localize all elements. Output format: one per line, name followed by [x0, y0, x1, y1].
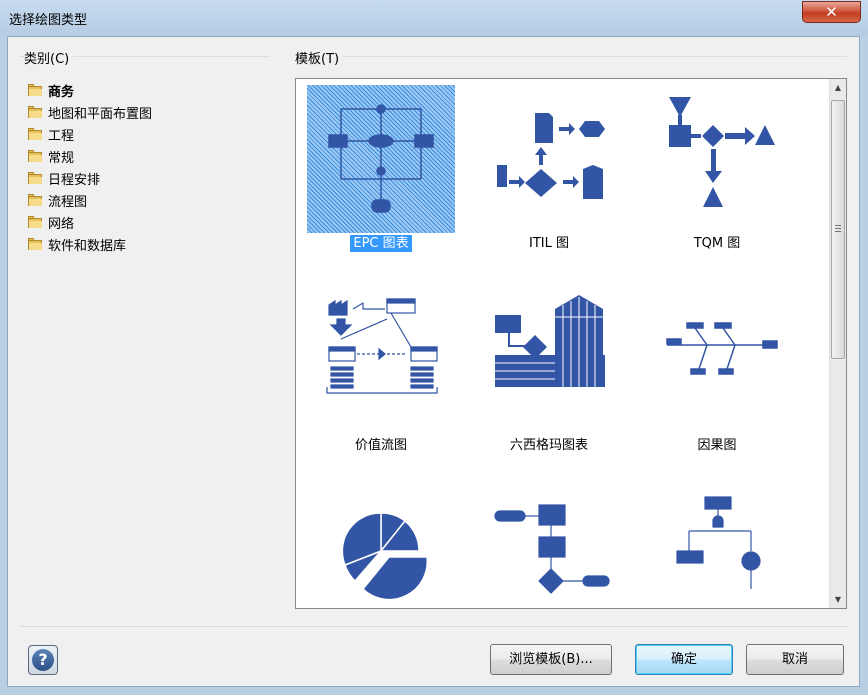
template-caption: 因果图 — [697, 438, 737, 453]
template-epc[interactable]: EPC 图表 — [297, 79, 465, 274]
grip-icon — [835, 225, 841, 232]
folder-icon — [28, 237, 42, 250]
help-button[interactable]: ? — [28, 645, 58, 675]
folder-icon — [28, 193, 42, 206]
template-gallery[interactable]: EPC 图表 ITIL 图 TQM 图 价值流图 六西格玛图表 因果图 ▲ ▼ — [295, 78, 847, 609]
template-six-sigma[interactable]: 六西格玛图表 — [465, 281, 633, 476]
scroll-down-icon[interactable]: ▼ — [830, 591, 846, 608]
template-itil[interactable]: ITIL 图 — [465, 79, 633, 274]
tree-item-label: 网络 — [48, 216, 75, 232]
template-fault-tree[interactable] — [633, 483, 801, 608]
tree-item-label: 日程安排 — [48, 172, 101, 188]
template-caption: 六西格玛图表 — [509, 438, 588, 453]
template-tqm[interactable]: TQM 图 — [633, 79, 801, 274]
vertical-scrollbar[interactable]: ▲ ▼ — [829, 79, 846, 608]
tree-item-label: 软件和数据库 — [48, 238, 127, 254]
close-icon: ✕ — [825, 3, 838, 21]
template-caption: TQM 图 — [693, 236, 741, 251]
folder-icon — [28, 149, 42, 162]
template-caption: EPC 图表 — [297, 235, 465, 253]
itil-thumbnail — [475, 85, 623, 233]
fault-tree-thumbnail — [643, 489, 791, 608]
browse-templates-button[interactable]: 浏览模板(B)... — [490, 644, 612, 675]
title-bar: 选择绘图类型 ✕ — [0, 0, 868, 36]
footer-divider — [20, 626, 849, 627]
folder-open-icon — [28, 83, 42, 96]
dialog-body: 类别(C) 模板(T) 商务 地图和平面布置图 工程 常规 日程安排 流程图 网… — [7, 36, 860, 687]
tree-item-software[interactable]: 软件和数据库 — [28, 233, 152, 255]
folder-icon — [28, 215, 42, 228]
ok-button[interactable]: 确定 — [635, 644, 733, 675]
template-value-stream[interactable]: 价值流图 — [297, 281, 465, 476]
tree-item-label: 商务 — [48, 84, 75, 100]
tree-item-label: 流程图 — [48, 194, 88, 210]
template-caption: ITIL 图 — [529, 236, 569, 251]
folder-icon — [28, 127, 42, 140]
tree-item-label: 常规 — [48, 150, 75, 166]
cause-effect-thumbnail — [643, 287, 791, 435]
window-title: 选择绘图类型 — [9, 13, 88, 28]
tree-item-business[interactable]: 商务 — [28, 79, 152, 101]
category-tree[interactable]: 商务 地图和平面布置图 工程 常规 日程安排 流程图 网络 软件和数据库 — [28, 79, 152, 255]
six-sigma-thumbnail — [475, 287, 623, 435]
flowchart-thumbnail — [475, 489, 623, 608]
tree-item-engineering[interactable]: 工程 — [28, 123, 152, 145]
tree-item-label: 地图和平面布置图 — [48, 106, 153, 122]
folder-icon — [28, 105, 42, 118]
close-button[interactable]: ✕ — [802, 1, 861, 23]
tqm-thumbnail — [643, 85, 791, 233]
tree-item-flowchart[interactable]: 流程图 — [28, 189, 152, 211]
template-cause-effect[interactable]: 因果图 — [633, 281, 801, 476]
tree-item-label: 工程 — [48, 128, 75, 144]
help-icon: ? — [32, 649, 54, 671]
scroll-up-icon[interactable]: ▲ — [830, 79, 846, 96]
scrollbar-thumb[interactable] — [831, 100, 845, 359]
tree-item-schedule[interactable]: 日程安排 — [28, 167, 152, 189]
tree-item-general[interactable]: 常规 — [28, 145, 152, 167]
template-flowchart[interactable] — [465, 483, 633, 608]
categories-label: 类别(C) — [24, 48, 74, 67]
tree-item-maps[interactable]: 地图和平面布置图 — [28, 101, 152, 123]
pie-thumbnail — [307, 489, 455, 608]
divider — [295, 56, 847, 57]
template-caption: 价值流图 — [354, 438, 407, 453]
tree-item-network[interactable]: 网络 — [28, 211, 152, 233]
folder-icon — [28, 171, 42, 184]
templates-label: 模板(T) — [295, 48, 344, 67]
cancel-button[interactable]: 取消 — [746, 644, 844, 675]
template-pie[interactable] — [297, 483, 465, 608]
value-stream-thumbnail — [307, 287, 455, 435]
epc-thumbnail — [307, 85, 455, 233]
